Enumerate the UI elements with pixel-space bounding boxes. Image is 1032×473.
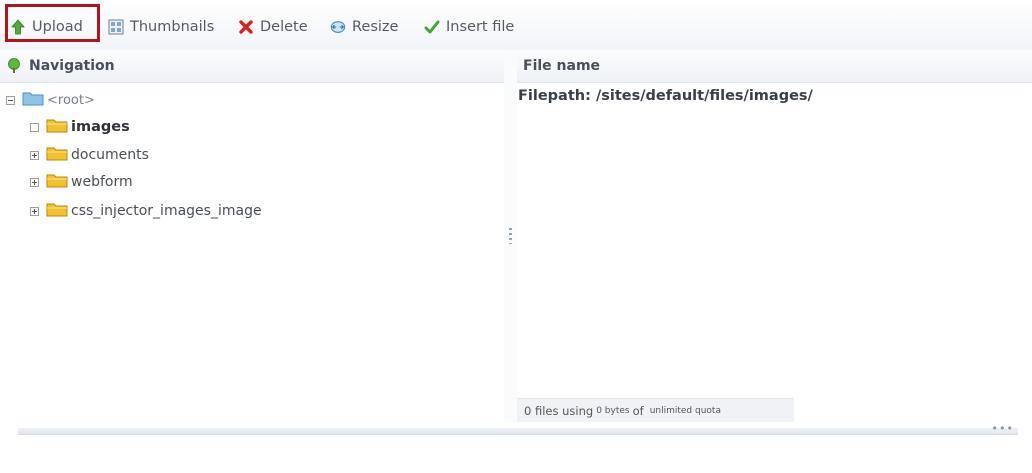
- navigation-pane: Navigation <root> images documents webfo…: [0, 50, 505, 422]
- folder-icon: [46, 117, 71, 137]
- filepath: Filepath: /sites/default/files/images/: [518, 88, 813, 104]
- folder-label: webform: [71, 174, 133, 190]
- splitter-grip[interactable]: [509, 228, 512, 244]
- resize-button[interactable]: Resize: [330, 16, 398, 38]
- folder-label: images: [71, 119, 130, 135]
- upload-highlight-box: [5, 4, 100, 42]
- delete-label: Delete: [260, 19, 308, 35]
- thumbnails-label: Thumbnails: [130, 19, 215, 35]
- tree-folder-images[interactable]: images: [30, 116, 130, 138]
- pane-splitter[interactable]: [504, 50, 518, 422]
- tree-folder-webform[interactable]: webform: [30, 171, 133, 193]
- file-pane: File name Filepath: /sites/default/files…: [517, 50, 1032, 422]
- bottom-resize-bar[interactable]: [18, 428, 1018, 435]
- expand-toggle[interactable]: [30, 150, 39, 160]
- tree-icon: [7, 58, 21, 74]
- collapse-toggle[interactable]: [6, 95, 15, 105]
- expand-toggle[interactable]: [30, 177, 39, 187]
- toolbar: Upload Thumbnails Delete Resize Insert f…: [0, 0, 1032, 51]
- folder-icon: [46, 172, 71, 192]
- tree-folder-documents[interactable]: documents: [30, 144, 149, 166]
- expand-toggle[interactable]: [30, 122, 39, 132]
- folder-label: css_injector_images_image: [71, 203, 262, 219]
- thumbnails-icon: [108, 19, 124, 35]
- delete-button[interactable]: Delete: [238, 16, 308, 38]
- delete-icon: [238, 19, 254, 35]
- of-text: of: [632, 403, 644, 418]
- tree-root[interactable]: <root>: [6, 89, 95, 111]
- resize-handle-dots[interactable]: •••: [992, 422, 1014, 435]
- navigation-title: Navigation: [29, 58, 115, 74]
- quota-text: unlimited quota: [649, 405, 721, 416]
- root-label: <root>: [47, 92, 95, 108]
- thumbnails-button[interactable]: Thumbnails: [108, 16, 214, 38]
- insert-file-label: Insert file: [446, 19, 515, 35]
- file-name-header-label: File name: [523, 58, 601, 74]
- bytes-text: 0 bytes: [596, 405, 630, 416]
- folder-label: documents: [71, 147, 149, 163]
- expand-toggle[interactable]: [30, 206, 39, 216]
- root-folder-icon: [22, 90, 47, 110]
- folder-icon: [46, 201, 71, 221]
- insert-file-icon: [424, 19, 440, 35]
- filepath-text: Filepath: /sites/default/files/images/: [518, 88, 813, 104]
- navigation-header: Navigation: [0, 50, 504, 83]
- file-name-column-header[interactable]: File name: [517, 50, 1032, 83]
- resize-label: Resize: [352, 19, 399, 35]
- file-count-text: 0 files using: [524, 403, 594, 418]
- folder-icon: [46, 145, 71, 165]
- resize-icon: [330, 19, 346, 35]
- status-bar: 0 files using 0 bytes of unlimited quota: [517, 398, 794, 422]
- tree-folder-css-injector[interactable]: css_injector_images_image: [30, 200, 262, 222]
- insert-file-button[interactable]: Insert file: [424, 16, 514, 38]
